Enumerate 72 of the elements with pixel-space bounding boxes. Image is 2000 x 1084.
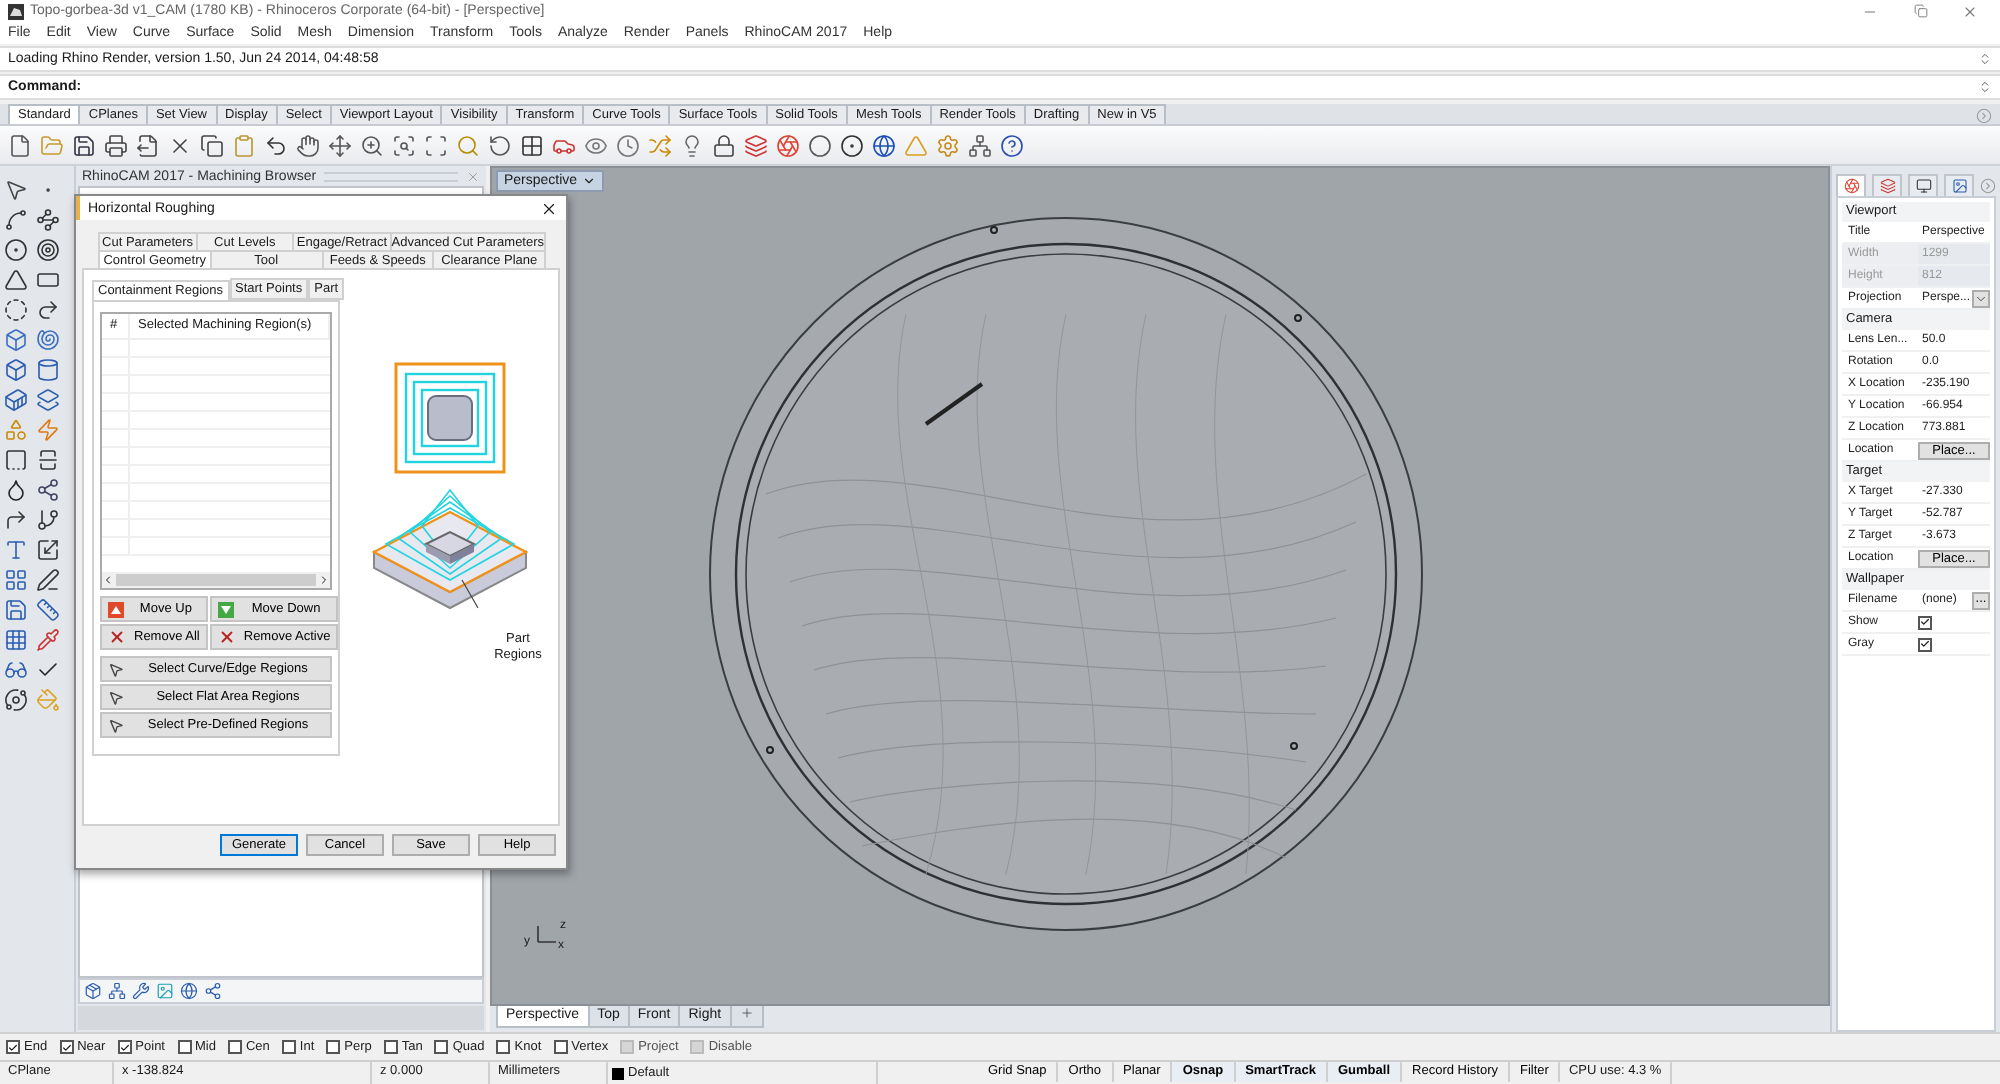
checkmark-icon <box>8 1041 18 1053</box>
nodes-icon[interactable] <box>36 478 60 502</box>
display-tab[interactable] <box>1908 174 1938 196</box>
checkmark-icon <box>61 1041 72 1053</box>
axis-icon <box>536 924 560 944</box>
image-icon[interactable] <box>156 982 174 1000</box>
grid-icon[interactable] <box>520 133 544 157</box>
tree-icon[interactable] <box>108 982 126 1000</box>
zoom-extents-icon[interactable] <box>424 133 448 157</box>
lock-icon[interactable] <box>712 133 736 157</box>
polyline-icon[interactable] <box>4 208 28 232</box>
text-icon[interactable] <box>4 538 28 562</box>
remove-icon <box>217 628 236 646</box>
hand-icon[interactable] <box>296 133 320 157</box>
close-icon[interactable] <box>540 199 558 217</box>
edit-icon[interactable] <box>36 568 60 592</box>
tool-icon[interactable] <box>132 982 150 1000</box>
horizontal-scrollbar[interactable] <box>102 572 330 588</box>
zoom-window-icon[interactable] <box>392 133 416 157</box>
globe-icon[interactable] <box>872 133 896 157</box>
export-icon[interactable] <box>136 133 160 157</box>
checkbox[interactable] <box>1918 615 1932 629</box>
undo-icon[interactable] <box>264 133 288 157</box>
zoom-icon[interactable] <box>360 133 384 157</box>
rhino-logo-icon <box>8 3 24 19</box>
scroll-arrows-icon[interactable] <box>1978 52 1992 66</box>
rotate-icon[interactable] <box>488 133 512 157</box>
spin-arrows-icon[interactable] <box>1978 80 1992 94</box>
checkbox[interactable] <box>1918 637 1932 651</box>
settings-icon[interactable] <box>936 133 960 157</box>
save-icon[interactable] <box>72 133 96 157</box>
pointer-icon[interactable] <box>4 178 28 202</box>
cylinder-icon[interactable] <box>36 358 60 382</box>
properties-tab[interactable] <box>1836 174 1866 196</box>
color-wheel-icon[interactable] <box>1843 178 1859 194</box>
layers-icon[interactable] <box>1879 178 1895 194</box>
globe-icon[interactable] <box>180 982 198 1000</box>
monitor-icon[interactable] <box>1915 178 1931 194</box>
restore-icon[interactable] <box>1913 4 1927 18</box>
orbit-icon[interactable] <box>4 688 28 712</box>
new-file-icon[interactable] <box>8 133 32 157</box>
network-icon[interactable] <box>968 133 992 157</box>
array-icon[interactable] <box>4 568 28 592</box>
checkmark-icon <box>119 1041 130 1053</box>
eye-icon[interactable] <box>584 133 608 157</box>
layers-tab[interactable] <box>1872 174 1902 196</box>
printer-icon[interactable] <box>104 133 128 157</box>
dot-grid-icon[interactable] <box>4 628 28 652</box>
up-arrow-icon <box>108 601 124 617</box>
top-view-drawing <box>391 360 507 476</box>
help-icon[interactable] <box>1000 133 1024 157</box>
image-icon[interactable] <box>1951 178 1967 194</box>
move-icon[interactable] <box>328 133 352 157</box>
scale-icon[interactable] <box>36 538 60 562</box>
nodes-icon[interactable] <box>204 982 222 1000</box>
check-icon[interactable] <box>36 658 60 682</box>
scroll-right-icon[interactable] <box>318 574 330 586</box>
color-wheel-icon[interactable] <box>776 133 800 157</box>
lightbulb-icon[interactable] <box>680 133 704 157</box>
down-arrow-icon <box>217 601 234 617</box>
layers-icon[interactable] <box>744 133 768 157</box>
copy-icon[interactable] <box>200 133 224 157</box>
rectangle-icon[interactable] <box>36 268 60 292</box>
circle-icon[interactable] <box>4 238 28 262</box>
scroll-left-icon[interactable] <box>102 574 114 586</box>
dimension-icon[interactable] <box>36 598 60 622</box>
box-icon[interactable] <box>4 358 28 382</box>
clock-icon[interactable] <box>616 133 640 157</box>
cut-icon[interactable] <box>168 133 192 157</box>
search-icon[interactable] <box>456 133 480 157</box>
polygon-icon[interactable] <box>4 268 28 292</box>
remove-icon <box>108 628 126 646</box>
